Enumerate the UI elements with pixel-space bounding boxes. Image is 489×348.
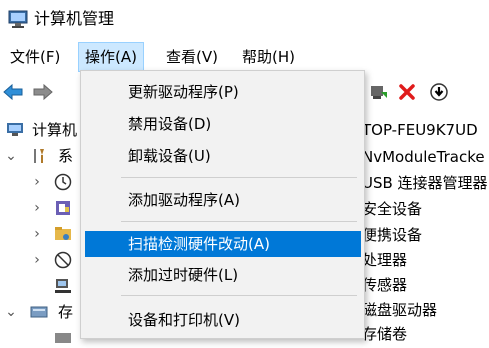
tree-label-computer: 计算机: [32, 121, 78, 139]
menu-file[interactable]: 文件(F): [4, 42, 66, 72]
list-item[interactable]: TOP-FEU9K7UD: [362, 118, 478, 142]
title-bar: 计算机管理: [0, 0, 489, 40]
list-item[interactable]: 磁盘驱动器: [362, 298, 437, 322]
tree-item-computer[interactable]: 计算机: [0, 118, 80, 142]
menu-item-scan-hardware-changes[interactable]: 扫描检测硬件改动(A): [85, 231, 361, 257]
list-item[interactable]: 传感器: [362, 273, 407, 297]
tree-item-disk-management[interactable]: [0, 324, 80, 348]
list-item[interactable]: 便携设备: [362, 223, 422, 247]
clock-icon: [54, 173, 72, 191]
window-title: 计算机管理: [34, 9, 115, 28]
menu-separator: [121, 295, 357, 296]
menu-action[interactable]: 操作(A): [78, 42, 144, 72]
tree-item-event-viewer[interactable]: ›: [0, 196, 80, 220]
no-entry-icon: [54, 251, 72, 269]
action-context-menu: 更新驱动程序(P) 禁用设备(D) 卸载设备(U) 添加驱动程序(A) 扫描检测…: [80, 70, 365, 339]
list-item[interactable]: 处理器: [362, 248, 407, 272]
forward-arrow-icon[interactable]: [32, 81, 54, 103]
chevron-down-icon[interactable]: ⌄: [4, 300, 18, 324]
tree-item-system-tools[interactable]: ⌄ 系: [0, 144, 80, 168]
chevron-right-icon[interactable]: ›: [30, 170, 44, 194]
tree-label-storage: 存: [58, 303, 74, 321]
menu-item-uninstall-device[interactable]: 卸载设备(U): [85, 143, 361, 169]
computer-icon: [7, 123, 23, 136]
menu-item-add-legacy-hardware[interactable]: 添加过时硬件(L): [85, 262, 361, 288]
uninstall-x-icon[interactable]: [396, 81, 418, 103]
menu-item-devices-and-printers[interactable]: 设备和打印机(V): [85, 307, 361, 333]
disk-icon: [55, 333, 71, 343]
list-item[interactable]: USB 连接器管理器: [362, 171, 488, 195]
event-viewer-icon: [56, 201, 70, 215]
menu-separator: [121, 221, 357, 222]
tree-label-system-tools: 系: [58, 147, 74, 165]
list-item[interactable]: NvModuleTracke: [362, 145, 485, 169]
enable-device-icon[interactable]: [368, 81, 390, 103]
storage-icon: [30, 306, 48, 318]
menu-separator: [121, 177, 357, 178]
list-item[interactable]: 安全设备: [362, 197, 422, 221]
update-driver-down-arrow-icon[interactable]: [428, 81, 450, 103]
menu-item-add-driver[interactable]: 添加驱动程序(A): [85, 187, 361, 213]
back-arrow-icon[interactable]: [2, 81, 24, 103]
tools-icon: [34, 149, 44, 163]
menu-view[interactable]: 查看(V): [160, 42, 224, 72]
tree-item-local-users[interactable]: ›: [0, 248, 80, 272]
computer-management-icon: [8, 10, 28, 28]
chevron-right-icon[interactable]: ›: [30, 248, 44, 272]
tree-item-device-manager[interactable]: [0, 274, 80, 298]
menu-item-update-driver[interactable]: 更新驱动程序(P): [85, 79, 361, 105]
chevron-right-icon[interactable]: ›: [30, 222, 44, 246]
menu-item-disable-device[interactable]: 禁用设备(D): [85, 111, 361, 137]
list-item[interactable]: 存储卷: [362, 322, 407, 346]
tree-item-shared-folders[interactable]: ›: [0, 222, 80, 246]
chevron-down-icon[interactable]: ⌄: [4, 144, 18, 168]
shared-folder-icon: [55, 227, 71, 240]
tree-item-storage[interactable]: ⌄ 存: [0, 300, 80, 324]
tree-item-task-scheduler[interactable]: ›: [0, 170, 80, 194]
device-manager-icon: [55, 279, 71, 293]
chevron-right-icon[interactable]: ›: [30, 196, 44, 220]
menu-help[interactable]: 帮助(H): [236, 42, 301, 72]
